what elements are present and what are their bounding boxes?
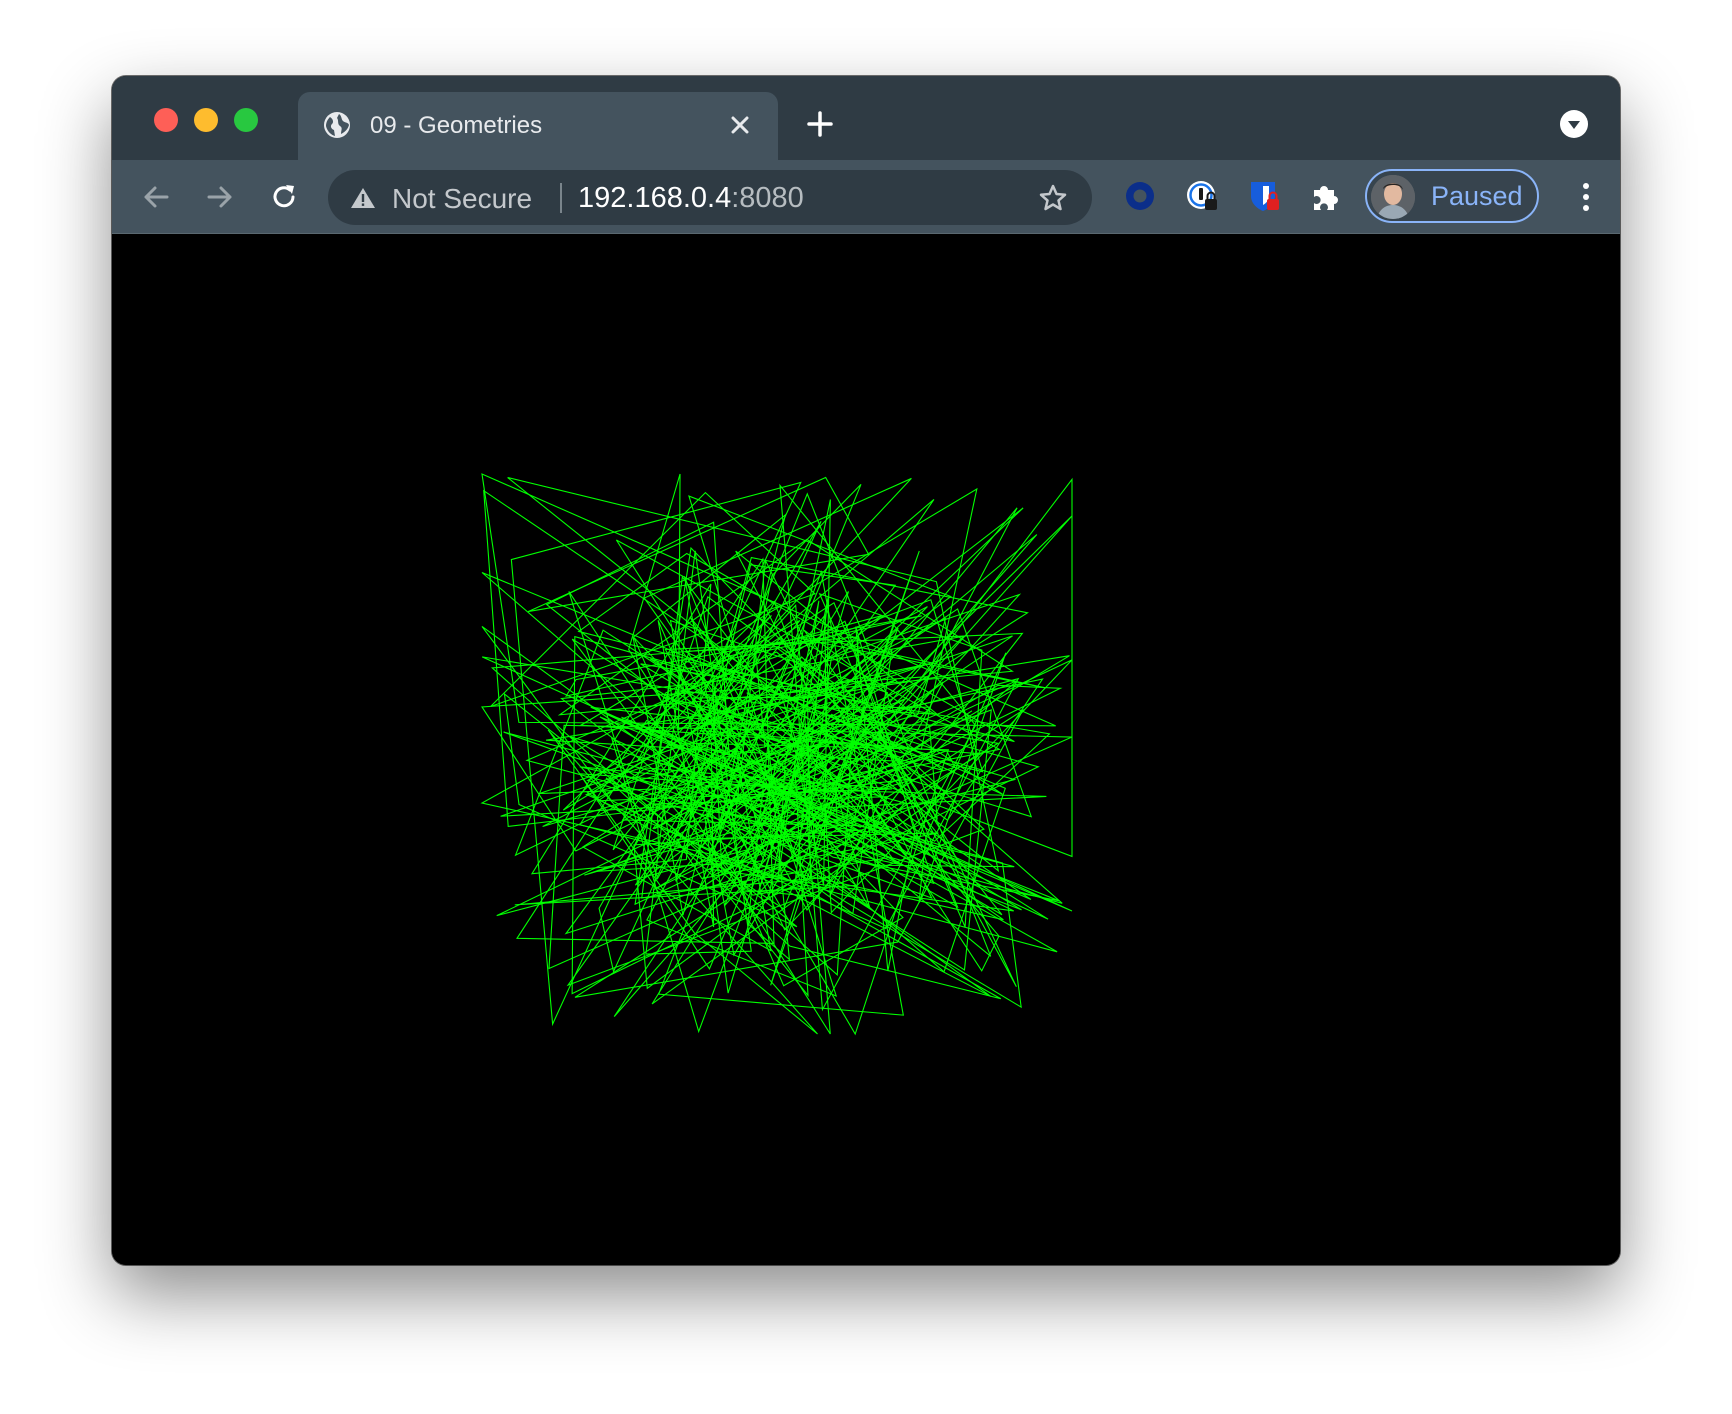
avatar — [1371, 175, 1415, 219]
arrow-left-icon[interactable] — [140, 181, 172, 213]
window-minimize-button[interactable] — [194, 108, 218, 132]
profile-button[interactable]: Paused — [1365, 169, 1539, 223]
url-text[interactable]: 192.168.0.4:8080 — [578, 182, 804, 215]
puzzle-icon[interactable] — [1308, 178, 1344, 214]
globe-icon — [324, 112, 350, 138]
shield-lock-icon[interactable] — [1246, 178, 1282, 214]
tab-active[interactable]: 09 - Geometries — [298, 92, 778, 160]
address-bar[interactable]: Not Secure 192.168.0.4:8080 — [328, 170, 1092, 225]
plus-icon[interactable] — [806, 110, 834, 138]
browser-window: 09 - Geometries Not Secure 192.168.0.4:8… — [112, 76, 1620, 1265]
wireframe-geometry — [480, 473, 1073, 1036]
circle-ring-icon[interactable] — [1122, 178, 1158, 214]
reload-icon[interactable] — [268, 181, 300, 213]
star-icon[interactable] — [1038, 183, 1068, 213]
close-icon[interactable] — [728, 113, 752, 137]
wireframe-triangle — [481, 473, 1056, 727]
chevron-down-icon — [1568, 121, 1580, 129]
tab-strip: 09 - Geometries — [112, 76, 1620, 160]
window-close-button[interactable] — [154, 108, 178, 132]
window-maximize-button[interactable] — [234, 108, 258, 132]
kebab-menu-icon[interactable] — [1576, 179, 1596, 215]
toolbar: Not Secure 192.168.0.4:8080 Paused — [112, 160, 1620, 234]
password-manager-icon[interactable] — [1184, 178, 1220, 214]
url-host: 192.168.0.4 — [578, 182, 732, 214]
page-canvas[interactable] — [112, 234, 1620, 1265]
arrow-right-icon[interactable] — [204, 181, 236, 213]
warning-triangle-icon[interactable] — [350, 186, 376, 210]
separator — [560, 183, 562, 213]
url-port: :8080 — [731, 182, 804, 214]
person-icon — [1371, 175, 1415, 219]
tab-title: 09 - Geometries — [370, 112, 543, 139]
profile-label: Paused — [1431, 181, 1523, 211]
security-label[interactable]: Not Secure — [392, 183, 532, 215]
tab-search-button[interactable] — [1560, 110, 1588, 138]
